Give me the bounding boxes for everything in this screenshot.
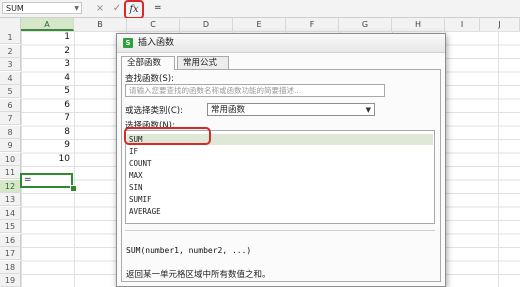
app-logo-icon: S: [123, 38, 133, 48]
row-header[interactable]: 11: [0, 166, 21, 179]
row-header[interactable]: 3: [0, 58, 21, 71]
category-select-value: 常用函数: [211, 105, 246, 115]
formula-bar: SUM ▼ × ✓ fx =: [0, 0, 520, 19]
cell-a6[interactable]: 6: [21, 99, 73, 112]
cell-a1[interactable]: 1: [21, 31, 73, 44]
formula-input[interactable]: =: [150, 2, 518, 15]
cell-a8[interactable]: 8: [21, 126, 73, 139]
row-header[interactable]: 1: [0, 31, 21, 44]
column-header-e[interactable]: E: [233, 18, 286, 31]
row-header[interactable]: 14: [0, 206, 21, 220]
column-header-i[interactable]: I: [445, 18, 480, 31]
category-select[interactable]: 常用函数 ▼: [207, 103, 375, 116]
function-search-input[interactable]: 请输入您要查找的函数名称或函数功能的简要描述...: [125, 84, 385, 97]
column-header-c[interactable]: C: [127, 18, 180, 31]
dialog-title: 插入函数: [138, 38, 175, 48]
insert-function-button[interactable]: fx: [124, 0, 144, 19]
column-header-row: A B C D E F G H I J: [0, 18, 520, 32]
function-item-average[interactable]: AVERAGE: [129, 206, 429, 217]
row-header[interactable]: 17: [0, 247, 21, 260]
cell-a7[interactable]: 7: [21, 112, 73, 125]
chevron-down-icon: ▼: [365, 106, 371, 114]
function-item-max[interactable]: MAX: [129, 170, 429, 181]
row-header[interactable]: 19: [0, 274, 21, 287]
search-label: 查找函数(S):: [125, 74, 174, 84]
column-header-f[interactable]: F: [286, 18, 339, 31]
column-header-j[interactable]: J: [480, 18, 520, 31]
fill-handle[interactable]: [70, 185, 77, 192]
function-signature: SUM(number1, number2, ...): [126, 246, 252, 255]
row-header[interactable]: 16: [0, 233, 21, 247]
select-all-corner[interactable]: [0, 18, 21, 31]
column-header-d[interactable]: D: [180, 18, 233, 31]
active-cell-a12[interactable]: =: [20, 173, 73, 188]
enter-check-icon[interactable]: ✓: [111, 2, 123, 15]
row-header[interactable]: 15: [0, 220, 21, 233]
name-box[interactable]: SUM ▼: [2, 2, 82, 14]
column-header-b[interactable]: B: [74, 18, 127, 31]
cell-a10[interactable]: 10: [21, 153, 73, 166]
cell-a5[interactable]: 5: [21, 85, 73, 98]
function-item-count[interactable]: COUNT: [129, 158, 429, 169]
cell-a4[interactable]: 4: [21, 72, 73, 85]
row-header[interactable]: 13: [0, 193, 21, 206]
insert-function-dialog: S 插入函数 全部函数 常用公式 查找函数(S): 请输入您要查找的函数名称或函…: [116, 33, 446, 287]
divider: [125, 230, 435, 231]
name-box-value: SUM: [6, 4, 24, 13]
row-header[interactable]: 9: [0, 139, 21, 152]
dialog-title-bar[interactable]: S 插入函数: [117, 34, 445, 53]
sum-highlight-annotation: [124, 127, 211, 145]
cell-a9[interactable]: 9: [21, 139, 73, 152]
row-header[interactable]: 18: [0, 260, 21, 274]
row-header[interactable]: 10: [0, 152, 21, 166]
row-header[interactable]: 5: [0, 85, 21, 98]
column-header-a[interactable]: A: [21, 18, 74, 31]
function-description: 返回某一单元格区域中所有数值之和。: [126, 270, 271, 280]
function-item-sumif[interactable]: SUMIF: [129, 194, 429, 205]
cell-a2[interactable]: 2: [21, 45, 73, 58]
function-item-sin[interactable]: SIN: [129, 182, 429, 193]
row-header[interactable]: 6: [0, 98, 21, 112]
column-header-g[interactable]: G: [339, 18, 392, 31]
cell-a3[interactable]: 3: [21, 58, 73, 71]
chevron-down-icon[interactable]: ▼: [74, 3, 79, 15]
tab-common-formulas[interactable]: 常用公式: [177, 56, 229, 69]
row-header[interactable]: 7: [0, 112, 21, 125]
category-label: 或选择类别(C):: [125, 106, 183, 116]
function-item-if[interactable]: IF: [129, 146, 429, 157]
cancel-icon[interactable]: ×: [94, 2, 106, 15]
row-header[interactable]: 2: [0, 44, 21, 58]
row-header-active[interactable]: 12: [0, 179, 21, 193]
column-header-h[interactable]: H: [392, 18, 445, 31]
row-header[interactable]: 4: [0, 71, 21, 85]
row-header[interactable]: 8: [0, 125, 21, 139]
tab-all-functions[interactable]: 全部函数: [121, 56, 175, 70]
